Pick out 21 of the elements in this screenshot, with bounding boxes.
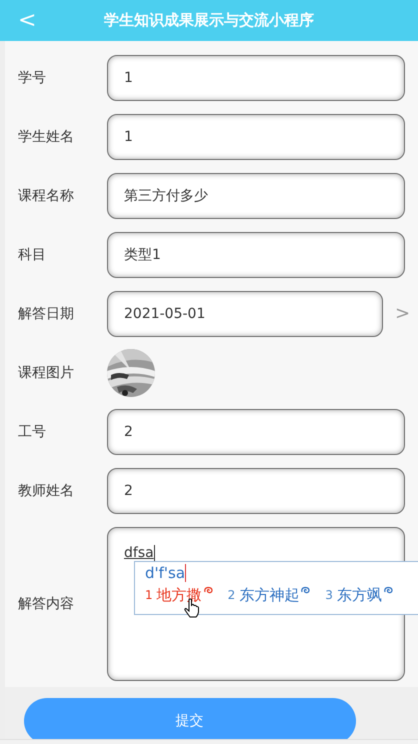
field-label: 课程名称	[18, 186, 75, 204]
field-label: 课程图片	[18, 364, 75, 382]
field-label: 科目	[18, 246, 47, 264]
input-field[interactable]: 类型1	[107, 232, 405, 278]
ime-candidate[interactable]: 3 东方飒	[325, 586, 394, 604]
field-label: 工号	[18, 422, 47, 440]
page-title: 学生知识成果展示与交流小程序	[103, 11, 315, 30]
input-field[interactable]: 2	[107, 408, 405, 454]
field-label: 解答内容	[18, 594, 75, 612]
input-field[interactable]: 1	[107, 114, 405, 160]
ime-composition: d'f'sa	[145, 564, 186, 582]
field-label: 学生姓名	[18, 128, 75, 146]
input-field[interactable]: 1	[107, 54, 405, 100]
field-label: 教师姓名	[18, 482, 75, 500]
field-label: 学号	[18, 68, 47, 86]
ime-candidate[interactable]: 1 地方撒	[145, 586, 214, 604]
input-field[interactable]: 2	[107, 468, 405, 514]
field-label: 解答日期	[18, 304, 75, 322]
ime-candidate[interactable]: 2 东方神起	[228, 586, 312, 604]
date-field[interactable]: 2021-05-01	[107, 290, 383, 336]
input-field[interactable]: 第三方付多少	[107, 172, 405, 218]
